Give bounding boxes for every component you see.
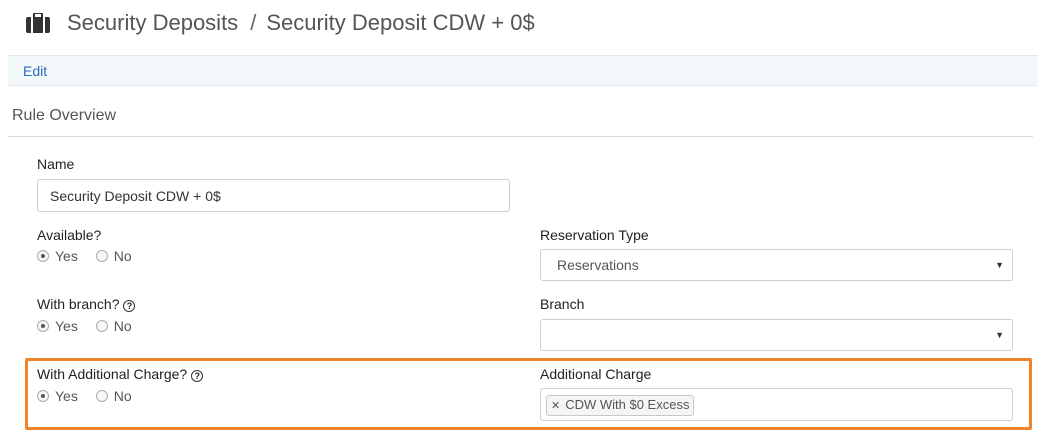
breadcrumb-parent[interactable]: Security Deposits xyxy=(67,10,238,35)
with-branch-no-radio[interactable] xyxy=(95,320,108,332)
with-additional-charge-label: With Additional Charge?? xyxy=(37,366,204,382)
available-yes-label: Yes xyxy=(55,248,78,264)
with-branch-label-text: With branch? xyxy=(37,296,120,312)
with-branch-no-label: No xyxy=(113,318,132,334)
available-no-option[interactable]: No xyxy=(95,248,132,264)
briefcase-icon xyxy=(26,13,50,33)
question-circle-icon[interactable]: ? xyxy=(123,300,136,312)
section-title: Rule Overview xyxy=(12,107,117,124)
action-toolbar: Edit xyxy=(8,55,1038,86)
available-no-radio[interactable] xyxy=(95,250,108,262)
breadcrumb-separator: / xyxy=(250,10,257,35)
breadcrumb: Security Deposits / Security Deposit CDW +… xyxy=(67,10,535,36)
name-label: Name xyxy=(37,156,75,172)
with-branch-radio-group: Yes No xyxy=(37,318,146,334)
reservation-type-select[interactable]: Reservations ▼ xyxy=(540,249,1013,281)
with-additional-charge-yes-label: Yes xyxy=(55,388,78,404)
available-yes-option[interactable]: Yes xyxy=(37,248,78,264)
branch-select[interactable]: ▼ xyxy=(540,319,1013,351)
with-additional-charge-radio-group: Yes No xyxy=(37,388,146,404)
with-additional-charge-label-text: With Additional Charge? xyxy=(37,366,188,382)
reservation-type-label: Reservation Type xyxy=(540,227,649,243)
available-yes-radio[interactable] xyxy=(37,250,49,262)
reservation-type-value: Reservations xyxy=(557,257,639,273)
with-additional-charge-yes-radio[interactable] xyxy=(37,390,49,402)
caret-down-icon: ▼ xyxy=(995,260,1004,270)
page-header: Security Deposits / Security Deposit CDW +… xyxy=(0,0,1046,52)
with-additional-charge-yes-option[interactable]: Yes xyxy=(37,388,78,404)
question-circle-icon[interactable]: ? xyxy=(191,370,204,382)
additional-charge-tag: ✕ CDW With $0 Excess xyxy=(546,395,695,416)
branch-label: Branch xyxy=(540,296,585,312)
with-additional-charge-no-radio[interactable] xyxy=(95,390,108,402)
with-branch-label: With branch?? xyxy=(37,296,136,312)
remove-tag-icon[interactable]: ✕ xyxy=(551,400,560,412)
breadcrumb-current: Security Deposit CDW + 0$ xyxy=(266,10,535,35)
available-radio-group: Yes No xyxy=(37,248,146,264)
with-additional-charge-no-label: No xyxy=(113,388,132,404)
edit-link[interactable]: Edit xyxy=(23,63,47,79)
caret-down-icon: ▼ xyxy=(995,330,1004,340)
additional-charge-multiselect[interactable]: ✕ CDW With $0 Excess xyxy=(540,388,1013,421)
with-additional-charge-no-option[interactable]: No xyxy=(95,388,132,404)
name-input[interactable]: Security Deposit CDW + 0$ xyxy=(37,179,510,212)
with-branch-yes-option[interactable]: Yes xyxy=(37,318,78,334)
section-divider xyxy=(8,136,1033,137)
with-branch-no-option[interactable]: No xyxy=(95,318,132,334)
additional-charge-label: Additional Charge xyxy=(540,366,652,382)
additional-charge-tag-label: CDW With $0 Excess xyxy=(565,397,690,412)
with-branch-yes-label: Yes xyxy=(55,318,78,334)
available-label: Available? xyxy=(37,227,102,243)
available-no-label: No xyxy=(113,248,132,264)
with-branch-yes-radio[interactable] xyxy=(37,320,49,332)
